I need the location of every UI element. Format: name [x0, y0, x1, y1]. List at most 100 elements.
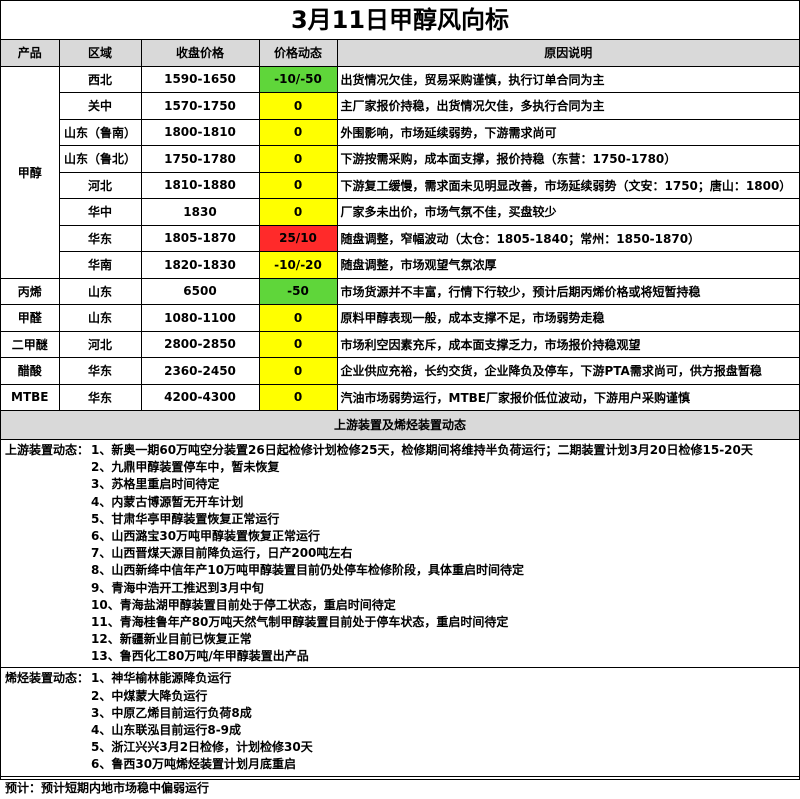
list-item-text: 10、青海盐湖甲醇装置目前处于停工状态，重启时间待定: [91, 597, 396, 612]
product-cell: 甲醇: [1, 65, 60, 279]
sheet: 3月11日甲醇风向标 产品 区域 收盘价格 价格动态 原因说明 甲醇 西北 1590…: [0, 0, 800, 795]
list-item: 3、中原乙烯目前运行负荷8成: [5, 705, 799, 722]
list-item-text: 12、新疆新业目前已恢复正常: [91, 632, 252, 647]
header-reason: 原因说明: [336, 40, 799, 67]
list-item: 5、浙江兴兴3月2日检修，计划检修30天: [5, 739, 799, 756]
change-cell: 0: [258, 357, 338, 385]
price-cell: 1750-1780: [140, 145, 260, 173]
list-item-text: 13、鲁西化工80万吨/年甲醇装置出产品: [91, 649, 309, 664]
price-cell: 1830: [140, 198, 260, 226]
change-cell: 0: [258, 330, 338, 358]
change-cell: 25/10: [258, 224, 338, 252]
price-cell: 1805-1870: [140, 224, 260, 252]
list-item-text: 8、山西新绛中信年产10万吨甲醇装置目前仍处停车检修阶段，具体重启时间待定: [91, 563, 525, 578]
list-item: 上游装置动态： 1、新奥一期60万吨空分装置26日起检修计划检修25天，检修期间将…: [5, 442, 799, 459]
reason-cell: 原料甲醇表现一般，成本支撑不足，市场弱势走稳: [336, 304, 799, 332]
region-cell: 华东: [58, 383, 142, 411]
list-item-text: 3、苏格里重启时间待定: [91, 477, 220, 492]
list-item-text: 1、神华榆林能源降负运行: [91, 671, 232, 686]
list-item: 13、鲁西化工80万吨/年甲醇装置出产品: [5, 648, 799, 665]
price-table: 产品 区域 收盘价格 价格动态 原因说明 甲醇 西北 1590-1650 -10/-5…: [1, 40, 799, 411]
change-cell: 0: [258, 198, 338, 226]
change-cell: -10/-50: [258, 65, 338, 93]
region-cell: 山东（鲁南）: [59, 118, 142, 146]
list-item-text: 2、中煤蒙大降负运行: [91, 688, 208, 703]
table-row: 醋酸 华东 2360-2450 0 企业供应充裕，长约交货，企业降负及停车，下游PTA需…: [1, 357, 799, 385]
olefin-block: 烯烃装置动态： 1、神华榆林能源降负运行 2、中煤蒙大降负运行 3、中原乙烯目前运行负…: [1, 668, 799, 777]
region-cell: 山东: [58, 304, 142, 332]
product-cell: 丙烯: [1, 277, 60, 305]
reason-cell: 下游按需采购，成本面支撑，报价持稳（东营：1750-1780）: [336, 145, 799, 173]
list-item: 4、山东联泓目前运行8-9成: [5, 722, 799, 739]
price-cell: 1810-1880: [140, 171, 260, 199]
list-item-text: 11、青海桂鲁年产80万吨天然气制甲醇装置目前处于停车状态，重启时间待定: [91, 614, 509, 629]
table-row: 丙烯 山东 6500 -50 市场货源并不丰富，行情下行较少，预计后期丙烯价格或将短暂持…: [1, 277, 799, 305]
header-product: 产品: [1, 40, 60, 67]
table-row: 山东（鲁北） 1750-1780 0 下游按需采购，成本面支撑，报价持稳（东营：175…: [1, 145, 799, 173]
list-item-text: 5、甘肃华亭甲醇装置恢复正常运行: [91, 511, 280, 526]
reason-cell: 出货情况欠佳，贸易采购谨慎，执行订单合同为主: [336, 65, 799, 93]
table-row: 河北 1810-1880 0 下游复工缓慢，需求面未见明显改善，市场延续弱势（文安：1…: [1, 171, 799, 199]
table-header-row: 产品 区域 收盘价格 价格动态 原因说明: [1, 40, 799, 67]
price-cell: 1800-1810: [140, 118, 260, 146]
region-cell: 山东（鲁北）: [59, 145, 142, 173]
table-row: 甲醇 西北 1590-1650 -10/-50 出货情况欠佳，贸易采购谨慎，执行订单合同…: [1, 65, 799, 279]
section-title: 上游装置及烯烃装置动态: [1, 411, 799, 440]
reason-cell: 汽油市场弱势运行，MTBE厂家报价低位波动，下游用户采购谨慎: [336, 383, 799, 411]
change-cell: 0: [258, 118, 338, 146]
change-cell: 0: [258, 145, 338, 173]
price-cell: 1590-1650: [140, 65, 260, 93]
region-cell: 西北: [58, 65, 142, 93]
reason-cell: 随盘调整，市场观望气氛浓厚: [336, 251, 799, 279]
list-item: 10、青海盐湖甲醇装置目前处于停工状态，重启时间待定: [5, 597, 799, 614]
change-cell: -50: [258, 277, 338, 305]
region-cell: 山东: [58, 277, 142, 305]
change-cell: 0: [258, 171, 338, 199]
region-cell: 关中: [59, 92, 142, 120]
list-item: 6、鲁西30万吨烯烃装置计划月底重启: [5, 756, 799, 773]
price-cell: 2800-2850: [140, 330, 260, 358]
reason-cell: 下游复工缓慢，需求面未见明显改善，市场延续弱势（文安：1750；唐山：1800）: [336, 171, 799, 199]
list-item-text: 1、新奥一期60万吨空分装置26日起检修计划检修25天，检修期间将维持半负荷运行…: [91, 443, 753, 457]
header-region: 区域: [58, 40, 142, 67]
list-item-text: 4、山东联泓目前运行8-9成: [91, 723, 242, 737]
reason-cell: 市场货源并不丰富，行情下行较少，预计后期丙烯价格或将短暂持稳: [336, 277, 799, 305]
list-item: 2、九鼎甲醇装置停车中，暂未恢复: [5, 459, 799, 476]
page-title: 3月11日甲醇风向标: [1, 1, 799, 40]
list-item-text: 6、山西潞宝30万吨甲醇装置恢复正常运行: [91, 528, 321, 543]
upstream-block: 上游装置动态： 1、新奥一期60万吨空分装置26日起检修计划检修25天，检修期间将…: [1, 440, 799, 669]
table-row: 山东（鲁南） 1800-1810 0 外围影响，市场延续弱势，下游需求尚可: [1, 118, 799, 146]
reason-cell: 外围影响，市场延续弱势，下游需求尚可: [336, 118, 799, 146]
list-item: 12、新疆新业目前已恢复正常: [5, 631, 799, 648]
price-cell: 1570-1750: [140, 92, 260, 120]
price-cell: 6500: [140, 277, 260, 305]
reason-cell: 随盘调整，窄幅波动（太仓：1805-1840；常州：1850-1870）: [336, 224, 799, 252]
change-cell: 0: [258, 383, 338, 411]
price-cell: 1820-1830: [140, 251, 260, 279]
list-item: 9、青海中浩开工推迟到3月中旬: [5, 580, 799, 597]
list-item: 5、甘肃华亭甲醇装置恢复正常运行: [5, 511, 799, 528]
list-item: 3、苏格里重启时间待定: [5, 476, 799, 493]
region-cell: 河北: [59, 171, 142, 199]
product-cell: MTBE: [1, 383, 60, 411]
table-row: 甲醛 山东 1080-1100 0 原料甲醇表现一般，成本支撑不足，市场弱势走稳: [1, 304, 799, 332]
price-cell: 1080-1100: [140, 304, 260, 332]
region-cell: 华东: [58, 357, 142, 385]
list-item-text: 3、中原乙烯目前运行负荷8成: [91, 705, 252, 720]
table-row: 二甲醚 河北 2800-2850 0 市场利空因素充斥，成本面支撑乏力，市场报价持稳观望: [1, 330, 799, 358]
table-row: 关中 1570-1750 0 主厂家报价持稳，出货情况欠佳，多执行合同为主: [1, 92, 799, 120]
list-item: 8、山西新绛中信年产10万吨甲醇装置目前仍处停车检修阶段，具体重启时间待定: [5, 562, 799, 579]
list-item: 4、内蒙古博源暂无开车计划: [5, 494, 799, 511]
reason-cell: 市场利空因素充斥，成本面支撑乏力，市场报价持稳观望: [336, 330, 799, 358]
change-cell: 0: [258, 92, 338, 120]
list-item-text: 9、青海中浩开工推迟到3月中旬: [91, 580, 264, 595]
upstream-label: 上游装置动态：: [5, 443, 90, 457]
list-item: 烯烃装置动态： 1、神华榆林能源降负运行: [5, 670, 799, 687]
reason-cell: 厂家多未出价，市场气氛不佳，买盘较少: [336, 198, 799, 226]
region-cell: 华中: [59, 198, 142, 226]
header-change: 价格动态: [258, 40, 338, 67]
list-item-text: 2、九鼎甲醇装置停车中，暂未恢复: [91, 460, 280, 475]
region-cell: 华南: [59, 251, 142, 279]
list-item: 2、中煤蒙大降负运行: [5, 688, 799, 705]
product-cell: 甲醛: [1, 304, 60, 332]
